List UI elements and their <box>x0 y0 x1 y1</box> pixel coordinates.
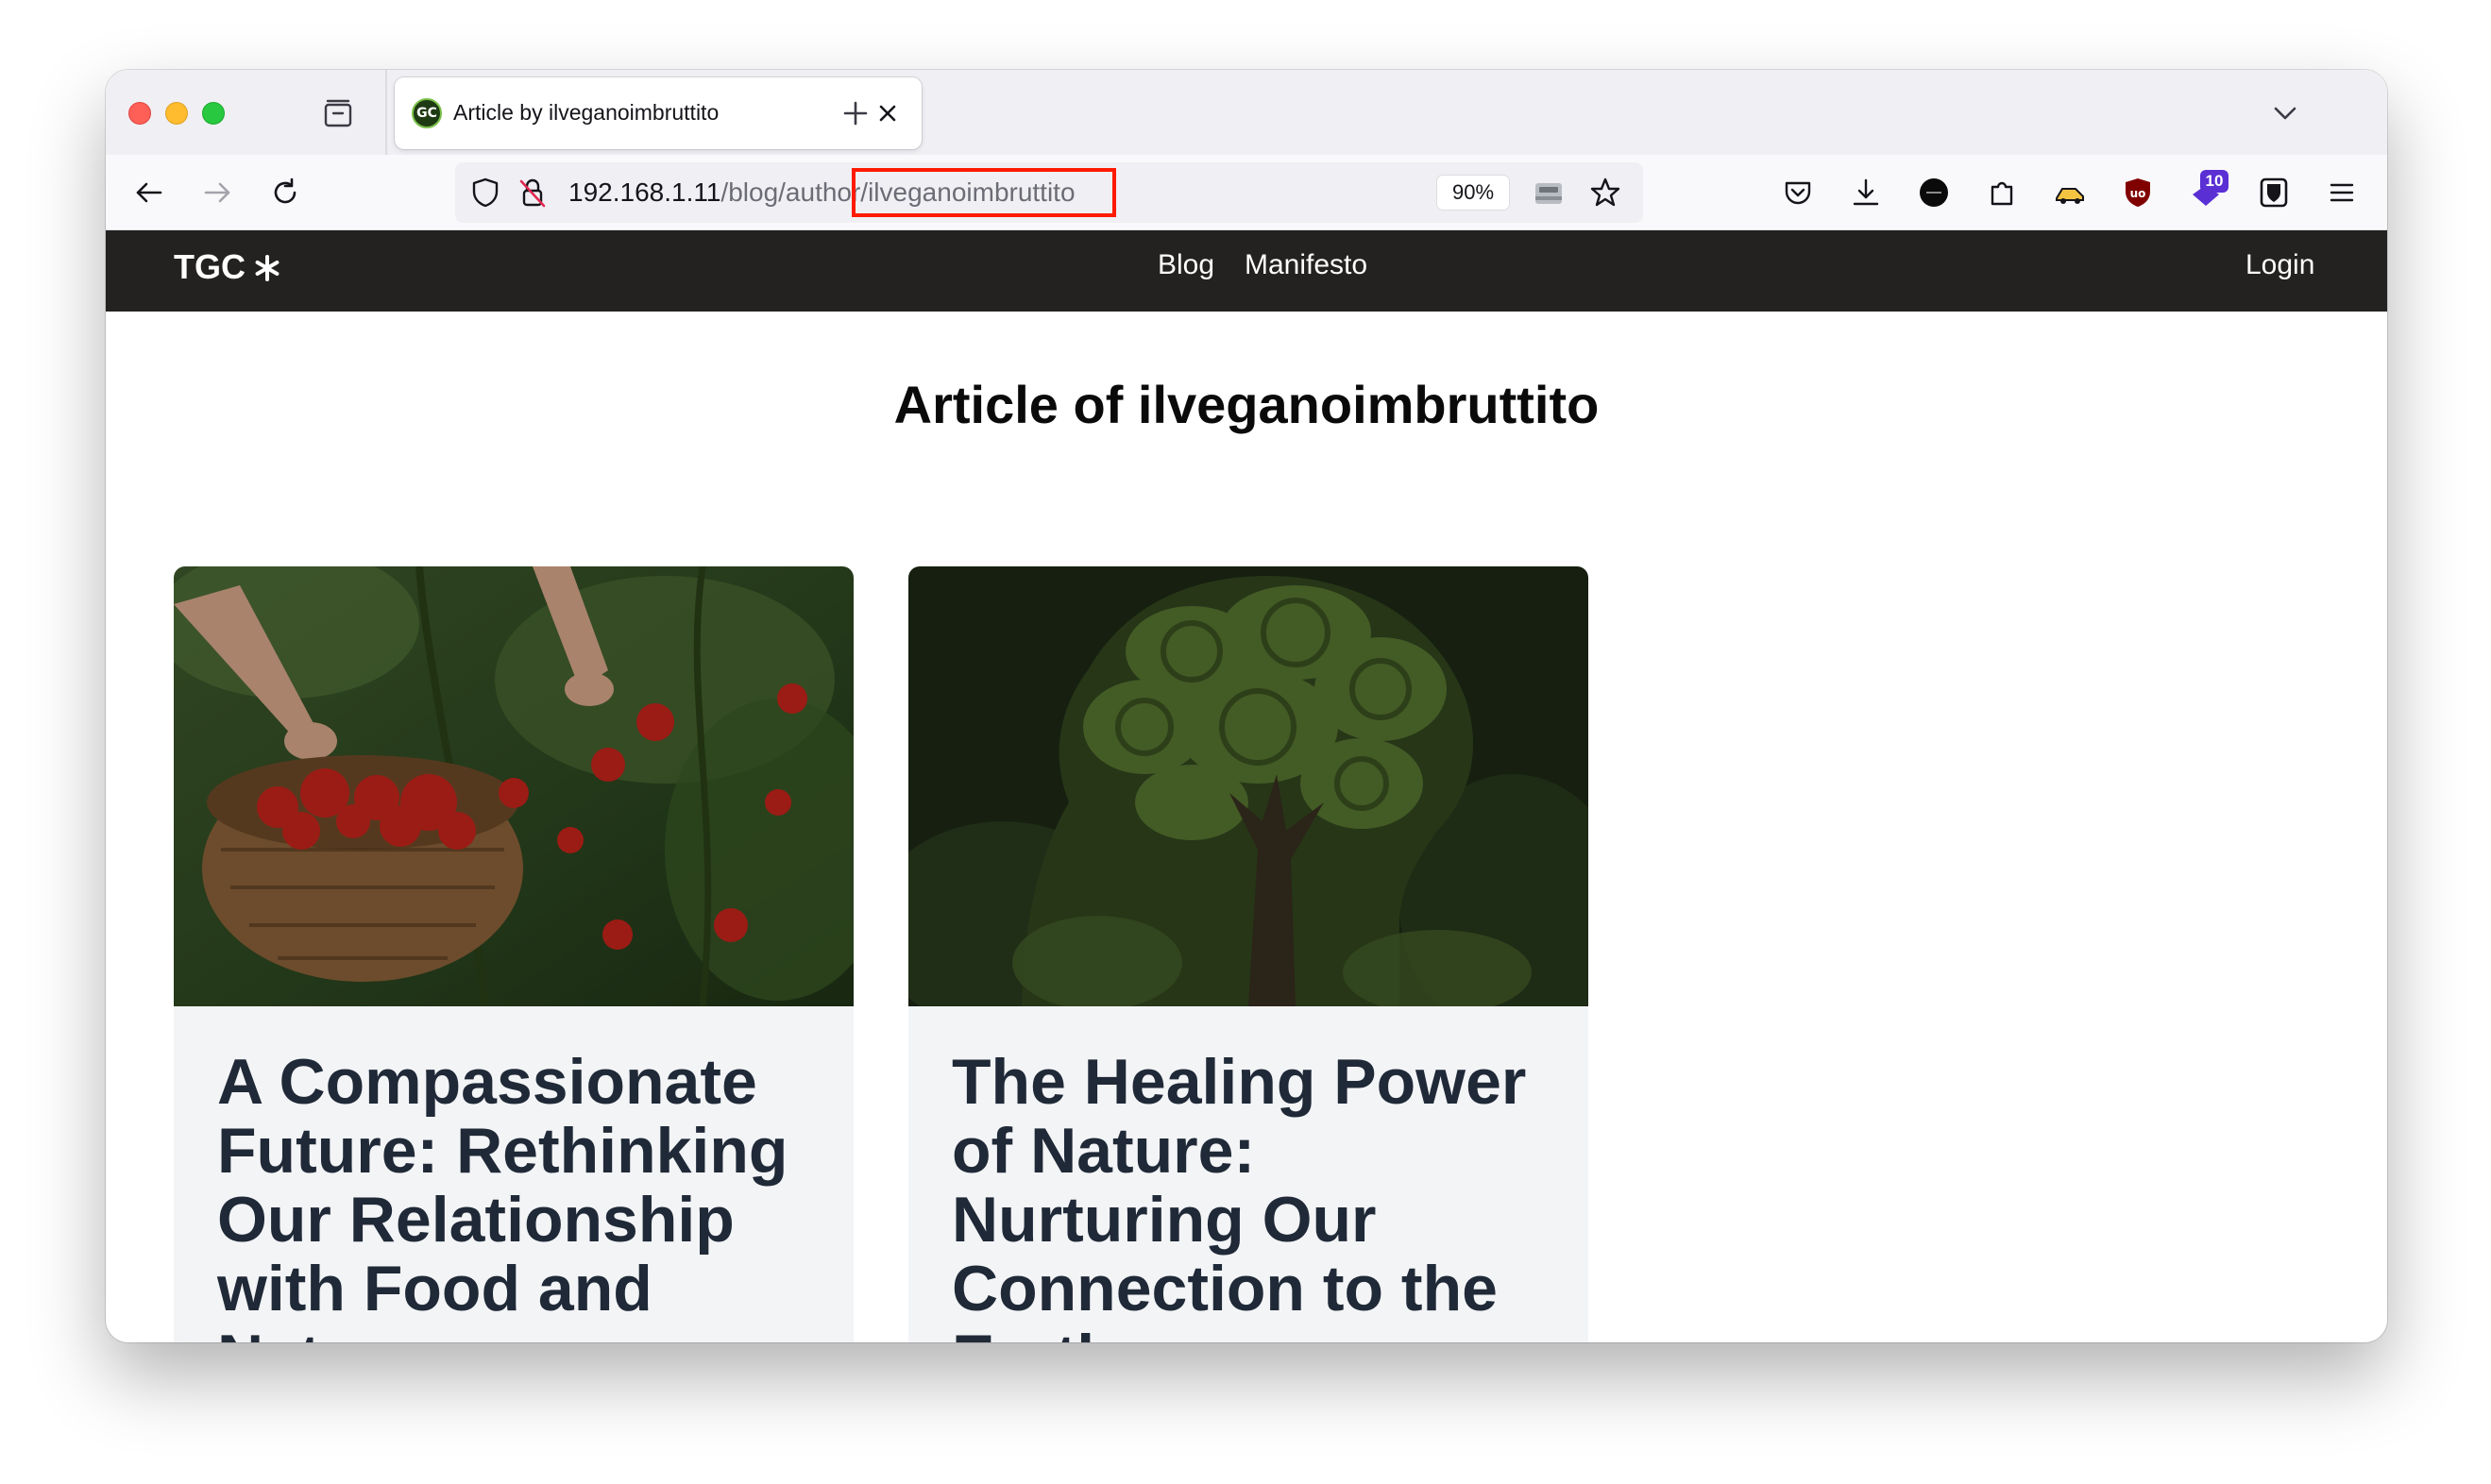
tab-list-icon[interactable] <box>321 96 355 130</box>
article-card[interactable]: The Healing Power of Nature: Nurturing O… <box>908 566 1588 1342</box>
close-tab-icon[interactable] <box>871 96 905 130</box>
zoom-level-badge[interactable]: 90% <box>1437 176 1509 210</box>
tree-head-silhouette-image[interactable] <box>908 566 1588 1006</box>
back-arrow-icon[interactable] <box>132 176 166 210</box>
pocket-icon[interactable] <box>1781 176 1815 210</box>
extensions-puzzle-icon[interactable] <box>1985 176 2019 210</box>
menu-hamburger-icon[interactable] <box>2325 176 2359 210</box>
tab-strip: GC Article by ilveganoimbruttito <box>106 70 2387 155</box>
asterisk-icon <box>255 255 280 281</box>
article-title[interactable]: A Compassionate Future: Rethinking Our R… <box>217 1048 822 1343</box>
login-link[interactable]: Login <box>2245 249 2314 281</box>
extension-car-icon[interactable] <box>2053 176 2087 210</box>
ublock-shield-icon[interactable]: uo <box>2121 176 2155 210</box>
chevron-down-icon[interactable] <box>2268 96 2302 130</box>
page-title: Article of ilveganoimbruttito <box>893 375 1600 434</box>
navigation-toolbar: 192.168.1.11/blog/author/ilveganoimbrutt… <box>106 155 2387 230</box>
nav-link-manifesto[interactable]: Manifesto <box>1245 249 1367 281</box>
url-highlight-box <box>852 168 1116 217</box>
svg-text:uo: uo <box>2130 187 2146 200</box>
site-logo[interactable]: TGC <box>174 247 246 287</box>
insecure-lock-icon[interactable] <box>516 176 550 210</box>
zoom-window-button[interactable] <box>202 102 225 125</box>
tab-separator <box>385 70 387 155</box>
article-title[interactable]: The Healing Power of Nature: Nurturing O… <box>952 1048 1556 1343</box>
basket-of-tomatoes-image[interactable] <box>174 566 854 1006</box>
site-favicon-icon: GC <box>412 98 442 128</box>
shield-icon[interactable] <box>468 176 502 210</box>
extension-circle-icon[interactable] <box>1917 176 1951 210</box>
reload-icon[interactable] <box>268 176 302 210</box>
minimize-window-button[interactable] <box>165 102 188 125</box>
tab-title: Article by ilveganoimbruttito <box>453 100 720 125</box>
article-card[interactable]: A Compassionate Future: Rethinking Our R… <box>174 566 854 1342</box>
download-icon[interactable] <box>1849 176 1883 210</box>
extension-badge-count: 10 <box>2200 170 2228 193</box>
site-header: TGC Blog Manifesto Login <box>106 230 2387 312</box>
browser-window: GC Article by ilveganoimbruttito 192.168… <box>106 70 2387 1342</box>
reader-extension-icon[interactable] <box>1532 176 1566 210</box>
forward-arrow-icon[interactable] <box>200 176 234 210</box>
nav-link-blog[interactable]: Blog <box>1158 249 1214 281</box>
bookmark-star-icon[interactable] <box>1588 176 1622 210</box>
bitwarden-shield-icon[interactable] <box>2257 176 2291 210</box>
close-window-button[interactable] <box>128 102 151 125</box>
address-bar[interactable]: 192.168.1.11/blog/author/ilveganoimbrutt… <box>455 162 1643 223</box>
new-tab-icon[interactable] <box>839 96 873 130</box>
url-host: 192.168.1.11 <box>568 177 721 207</box>
